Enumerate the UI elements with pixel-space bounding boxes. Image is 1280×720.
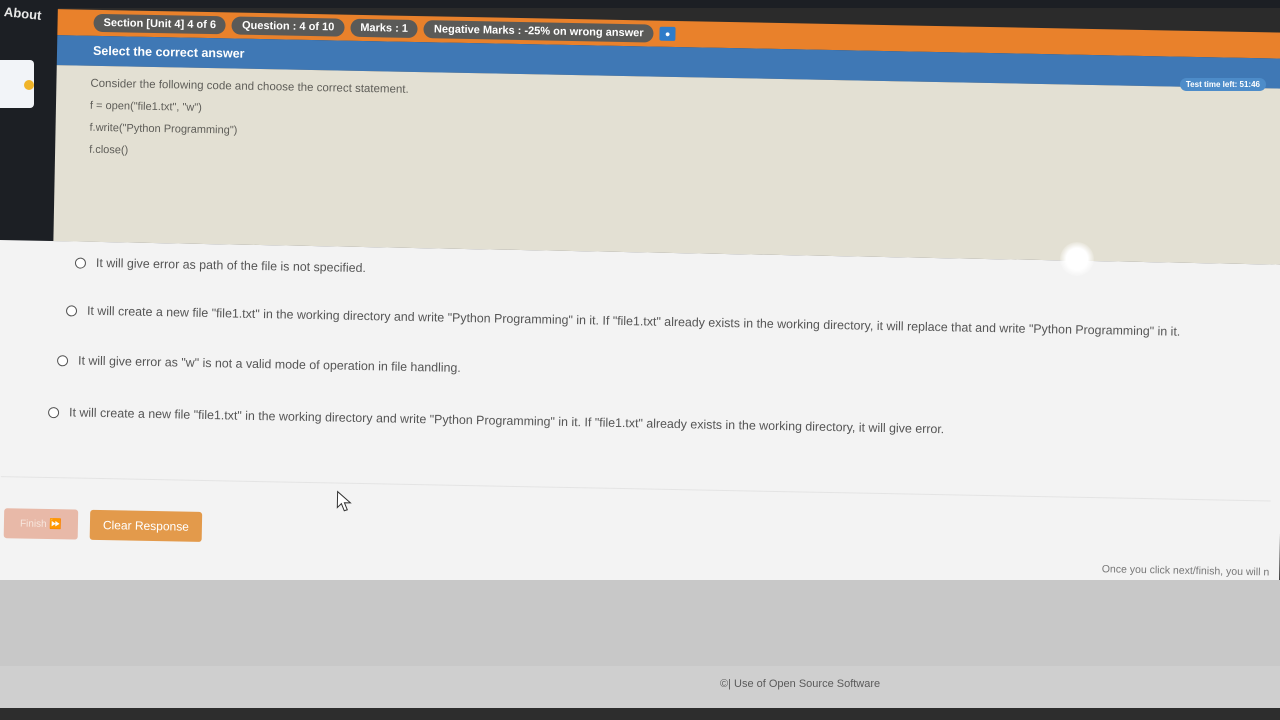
question-panel: Consider the following code and choose t…: [53, 65, 1280, 265]
footer-link[interactable]: ©| Use of Open Source Software: [720, 678, 880, 690]
question-counter-badge: Question : 4 of 10: [231, 16, 345, 37]
option-1[interactable]: It will give error as path of the file i…: [74, 255, 367, 276]
option-text: It will give error as "w" is not a valid…: [77, 353, 461, 375]
option-text: It will give error as path of the file i…: [95, 255, 367, 276]
radio-button[interactable]: [56, 354, 69, 366]
radio-button[interactable]: [74, 256, 87, 269]
clear-response-button[interactable]: Clear Response: [89, 509, 203, 542]
divider: [0, 476, 1271, 502]
screen-glare: [1060, 242, 1094, 276]
option-text: It will create a new file "file1.txt" in…: [68, 405, 945, 437]
negative-marks-badge: Negative Marks : -25% on wrong answer: [423, 20, 654, 43]
radio-button[interactable]: [47, 406, 60, 418]
test-timer-badge: Test time left: 51:46: [1179, 78, 1266, 91]
finish-button[interactable]: Finish ⏩: [3, 508, 79, 540]
option-2[interactable]: It will create a new file "file1.txt" in…: [65, 303, 1181, 339]
marks-badge: Marks : 1: [350, 18, 419, 39]
mouse-cursor-icon: [336, 490, 352, 512]
section-badge: Section [Unit 4] 4 of 6: [93, 13, 227, 35]
info-icon[interactable]: ●: [659, 26, 676, 41]
options-area: It will give error as path of the file i…: [0, 239, 1280, 605]
option-3[interactable]: It will give error as "w" is not a valid…: [56, 353, 461, 375]
option-text: It will create a new file "file1.txt" in…: [86, 303, 1181, 339]
radio-button[interactable]: [65, 304, 78, 317]
finish-notice: Once you click next/finish, you will n: [1101, 563, 1270, 579]
option-4[interactable]: It will create a new file "file1.txt" in…: [47, 405, 945, 437]
bottom-bezel: [0, 708, 1280, 720]
bottom-band: [0, 580, 1280, 666]
instruction-text: Select the correct answer: [92, 43, 245, 61]
